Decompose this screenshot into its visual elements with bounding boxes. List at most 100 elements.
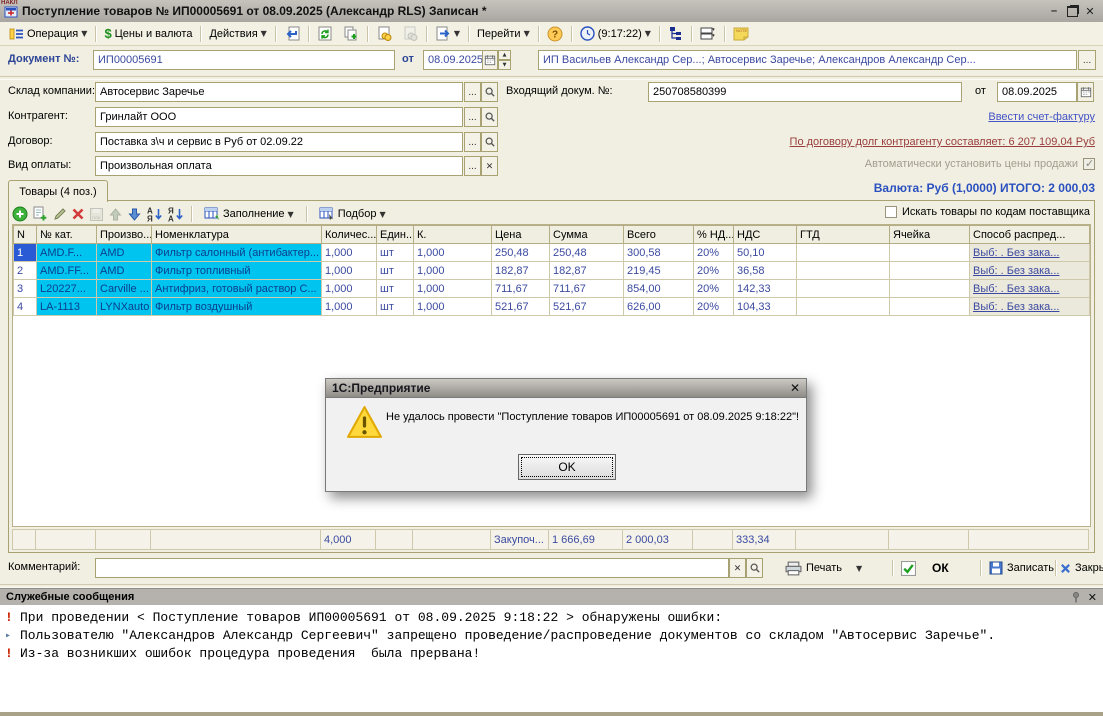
restore-button[interactable] — [1063, 3, 1081, 19]
payment-type-field[interactable]: Произвольная оплата — [95, 156, 463, 176]
table-row[interactable]: 2 AMD.FF... AMD Фильтр топливный 1,000 ш… — [14, 262, 1090, 280]
cell-n[interactable]: 4 — [14, 298, 37, 316]
incoming-calendar-button[interactable] — [1077, 82, 1094, 102]
col-unit[interactable]: Един... — [377, 226, 414, 244]
col-method[interactable]: Способ распред... — [970, 226, 1090, 244]
cell-name[interactable]: Фильтр топливный — [152, 262, 322, 280]
cell-gtd[interactable] — [797, 262, 890, 280]
dialog-close-button[interactable]: ✕ — [790, 381, 800, 395]
cell-qty[interactable]: 1,000 — [322, 280, 377, 298]
contract-ellipsis-button[interactable]: ... — [464, 132, 481, 152]
contractor-ellipsis-button[interactable]: ... — [464, 107, 481, 127]
contractor-search-button[interactable] — [481, 107, 498, 127]
cell-sum[interactable]: 711,67 — [550, 280, 624, 298]
edit-row-button[interactable] — [52, 207, 67, 222]
structure-button[interactable] — [663, 23, 688, 45]
save-button[interactable]: Записать — [985, 557, 1058, 579]
cell-vendor[interactable]: Carville ... — [97, 280, 152, 298]
actions-button[interactable]: Действия▼ — [204, 23, 271, 45]
post-document-button[interactable] — [279, 23, 305, 45]
organization-ellipsis-button[interactable]: ... — [1078, 50, 1096, 70]
pin-icon[interactable] — [1072, 592, 1080, 603]
col-price[interactable]: Цена — [492, 226, 550, 244]
col-sum[interactable]: Сумма — [550, 226, 624, 244]
col-vendor[interactable]: Произво... — [97, 226, 152, 244]
close-form-button[interactable]: Закрыть — [1056, 557, 1103, 579]
sort-asc-button[interactable]: АЯ — [146, 206, 163, 222]
cell-method-link[interactable]: Выб: . Без зака... — [970, 244, 1090, 262]
refresh-button[interactable] — [312, 23, 338, 45]
table-row[interactable]: 1 AMD.F... AMD Фильтр салонный (антибакт… — [14, 244, 1090, 262]
cell-k[interactable]: 1,000 — [414, 298, 492, 316]
incoming-date-field[interactable]: 08.09.2025 — [997, 82, 1077, 102]
warehouse-ellipsis-button[interactable]: ... — [464, 82, 481, 102]
doc-money-button[interactable] — [371, 23, 397, 45]
payment-ellipsis-button[interactable]: ... — [464, 156, 481, 176]
cell-gtd[interactable] — [797, 244, 890, 262]
col-cat[interactable]: № кат. — [37, 226, 97, 244]
clock-button[interactable]: (9:17:22)▼ — [575, 23, 656, 45]
payment-clear-button[interactable]: ✕ — [481, 156, 498, 176]
cell-total[interactable]: 626,00 — [624, 298, 694, 316]
comment-field[interactable] — [95, 558, 729, 578]
fill-button[interactable]: Заполнение▼ — [199, 204, 299, 224]
cell-name[interactable]: Фильтр салонный (антибактер... — [152, 244, 322, 262]
col-k[interactable]: К. — [414, 226, 492, 244]
delete-row-button[interactable] — [71, 207, 85, 221]
cell-method-link[interactable]: Выб: . Без зака... — [970, 298, 1090, 316]
contract-field[interactable]: Поставка з\ч и сервис в Руб от 02.09.22 — [95, 132, 463, 152]
cell-vat[interactable]: 104,33 — [734, 298, 797, 316]
cell-price[interactable]: 711,67 — [492, 280, 550, 298]
col-total[interactable]: Всего — [624, 226, 694, 244]
print-button[interactable]: Печать ▼ — [781, 557, 866, 579]
col-qty[interactable]: Количес... — [322, 226, 377, 244]
service-messages-header[interactable]: Служебные сообщения ✕ — [0, 588, 1103, 605]
help-button[interactable]: ? — [542, 23, 568, 45]
cell-vat-pct[interactable]: 20% — [694, 244, 734, 262]
cell-qty[interactable]: 1,000 — [322, 298, 377, 316]
search-by-codes-checkbox[interactable] — [885, 206, 897, 218]
col-name[interactable]: Номенклатура — [152, 226, 322, 244]
cell-cat[interactable]: L20227... — [37, 280, 97, 298]
comment-clear-button[interactable]: ✕ — [729, 558, 746, 578]
cell-qty[interactable]: 1,000 — [322, 262, 377, 280]
operation-button[interactable]: Операция▼ — [4, 23, 92, 45]
cell-vat-pct[interactable]: 20% — [694, 298, 734, 316]
prices-currency-button[interactable]: $ Цены и валюта — [99, 23, 197, 45]
contractor-field[interactable]: Гринлайт ООО — [95, 107, 463, 127]
contract-search-button[interactable] — [481, 132, 498, 152]
warehouse-field[interactable]: Автосервис Заречье — [95, 82, 463, 102]
col-gtd[interactable]: ГТД — [797, 226, 890, 244]
cell-vat[interactable]: 142,33 — [734, 280, 797, 298]
cell-vat-pct[interactable]: 20% — [694, 262, 734, 280]
goods-table[interactable]: N № кат. Произво... Номенклатура Количес… — [13, 225, 1090, 316]
cell-cell[interactable] — [890, 280, 970, 298]
message-line[interactable]: При проведении < Поступление товаров ИП0… — [20, 610, 722, 625]
cell-n[interactable]: 1 — [14, 244, 37, 262]
cell-price[interactable]: 250,48 — [492, 244, 550, 262]
move-down-button[interactable] — [127, 207, 142, 222]
message-line[interactable]: Из-за возникших ошибок процедура проведе… — [20, 646, 480, 661]
calendar-button[interactable] — [482, 50, 498, 70]
pick-button[interactable]: Подбор▼ — [314, 204, 391, 224]
cell-price[interactable]: 182,87 — [492, 262, 550, 280]
col-n[interactable]: N — [14, 226, 37, 244]
cell-total[interactable]: 219,45 — [624, 262, 694, 280]
date-spinner[interactable]: ▲▼ — [498, 50, 511, 70]
cell-vendor[interactable]: AMD — [97, 244, 152, 262]
ok-button[interactable]: ОК — [897, 557, 953, 579]
table-row[interactable]: 3 L20227... Carville ... Антифриз, готов… — [14, 280, 1090, 298]
col-vat-pct[interactable]: % НД... — [694, 226, 734, 244]
cell-cat[interactable]: AMD.F... — [37, 244, 97, 262]
col-vat[interactable]: НДС — [734, 226, 797, 244]
copy-button[interactable] — [338, 23, 364, 45]
cell-unit[interactable]: шт — [377, 298, 414, 316]
incoming-doc-field[interactable]: 250708580399 — [648, 82, 962, 102]
cell-total[interactable]: 300,58 — [624, 244, 694, 262]
add-row-button[interactable] — [12, 206, 28, 222]
cell-k[interactable]: 1,000 — [414, 244, 492, 262]
table-row[interactable]: 4 LA-1113 LYNXauto Фильтр воздушный 1,00… — [14, 298, 1090, 316]
close-button[interactable]: ✕ — [1081, 3, 1099, 19]
cell-gtd[interactable] — [797, 298, 890, 316]
organization-field[interactable]: ИП Васильев Александр Сер...; Автосервис… — [538, 50, 1077, 70]
